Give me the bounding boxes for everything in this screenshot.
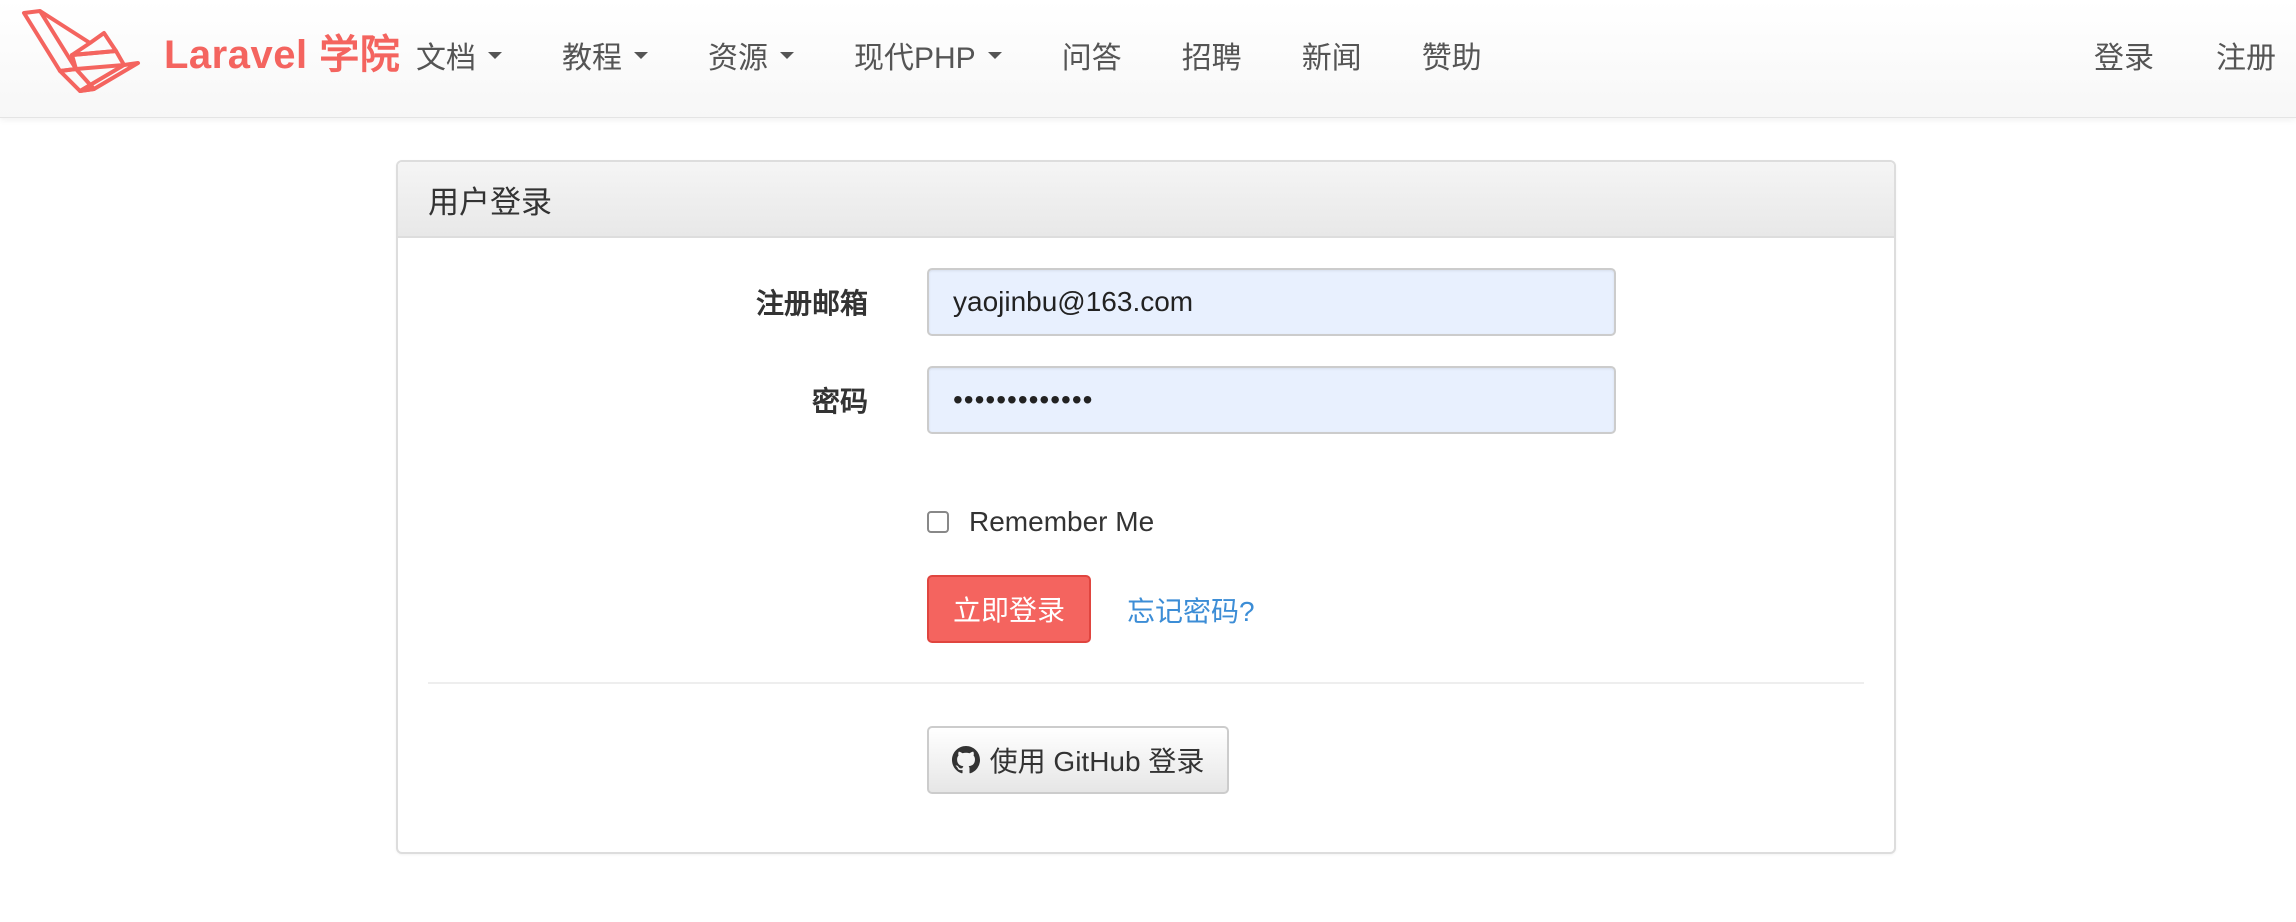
nav-item-label: 招聘 [1181,42,1242,75]
remember-me-row: Remember Me [927,502,1154,542]
password-field[interactable] [927,366,1616,434]
nav-item-docs[interactable]: 文档 [416,33,502,77]
nav-item-jobs[interactable]: 招聘 [1182,33,1242,77]
email-field[interactable] [927,268,1616,336]
user-nav: 登录 注册 [2032,0,2276,110]
github-icon [951,746,980,774]
nav-item-label: 登录 [2094,42,2154,75]
divider [428,682,1864,684]
login-panel: 用户登录 注册邮箱 密码 Remember Me 立即登录 忘记密码? 使用 G… [396,160,1896,854]
brand-logo-link[interactable]: Laravel 学院 [20,6,400,96]
brand-name: Laravel 学院 [164,33,401,77]
caret-down-icon [488,51,502,59]
nav-item-modern-php[interactable]: 现代PHP [854,33,1002,77]
nav-item-label: 现代PHP [854,42,976,75]
caret-down-icon [987,51,1002,59]
email-label: 注册邮箱 [755,288,868,319]
nav-item-label: 资源 [708,42,768,75]
nav-item-tutorials[interactable]: 教程 [562,33,648,77]
nav-login-link[interactable]: 登录 [2094,33,2154,77]
github-login-label: 使用 GitHub 登录 [989,746,1205,777]
nav-item-label: 问答 [1061,42,1122,75]
panel-heading: 用户登录 [398,162,1894,238]
nav-item-label: 文档 [416,42,476,75]
nav-item-label: 赞助 [1421,42,1482,75]
caret-down-icon [634,51,648,59]
caret-down-icon [780,51,794,59]
remember-me-checkbox[interactable] [927,511,949,533]
remember-me-label[interactable]: Remember Me [969,506,1154,538]
nav-item-label: 新闻 [1301,42,1362,75]
nav-item-sponsor[interactable]: 赞助 [1422,33,1482,77]
nav-item-label: 教程 [562,42,622,75]
main-nav: 文档 教程 资源 现代PHP 问答 招聘 新闻 赞助 [416,0,1542,110]
nav-item-resources[interactable]: 资源 [708,33,794,77]
nav-register-link[interactable]: 注册 [2216,33,2276,77]
panel-title: 用户登录 [428,184,552,220]
laravel-logo-icon [20,7,144,95]
forgot-password-link[interactable]: 忘记密码? [1127,590,1255,630]
login-submit-button[interactable]: 立即登录 [927,575,1091,643]
nav-item-news[interactable]: 新闻 [1302,33,1362,77]
github-login-button[interactable]: 使用 GitHub 登录 [927,726,1229,794]
password-label: 密码 [811,386,868,417]
nav-item-label: 注册 [2216,42,2276,75]
top-navbar: Laravel 学院 文档 教程 资源 现代PHP 问答 招聘 新闻 赞助 登录… [0,0,2296,118]
nav-item-qa[interactable]: 问答 [1062,33,1122,77]
